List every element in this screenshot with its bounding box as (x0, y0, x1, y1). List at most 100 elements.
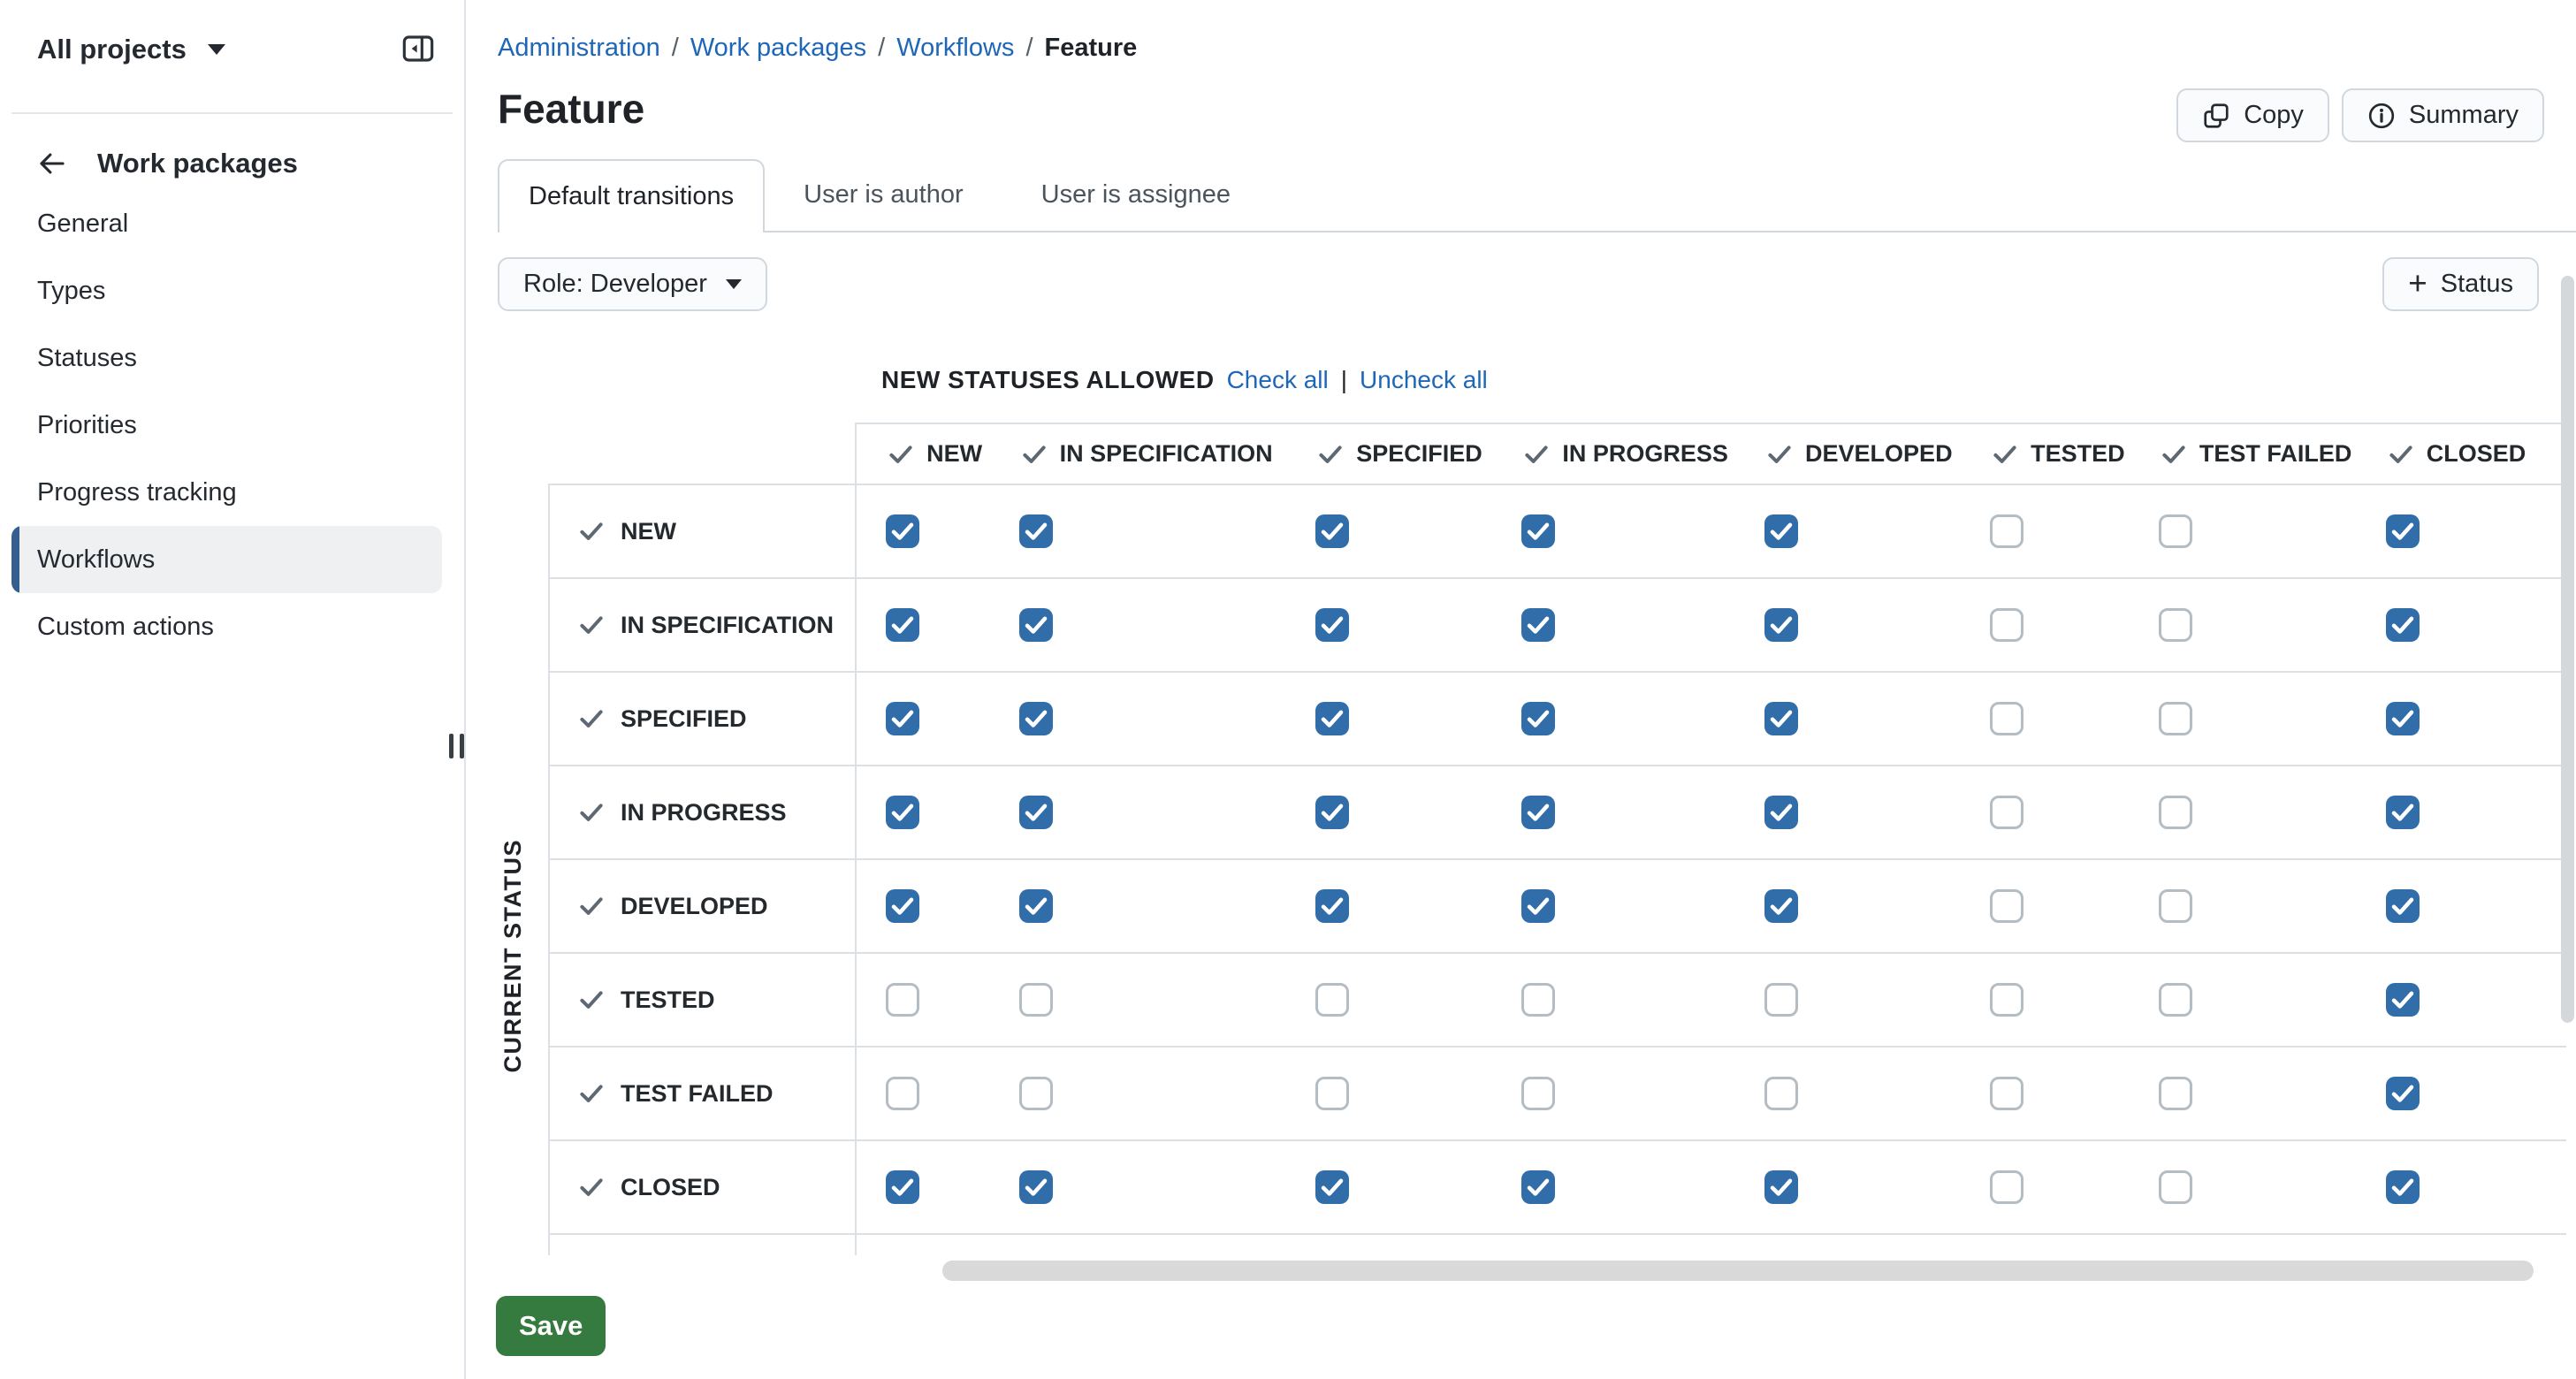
transition-checkbox-specified-to-in-progress[interactable] (1521, 702, 1555, 735)
tab-default-transitions[interactable]: Default transitions (498, 159, 765, 232)
copy-button[interactable]: Copy (2176, 88, 2329, 142)
transition-checkbox-in-progress-to-closed[interactable] (2386, 796, 2420, 829)
transition-checkbox-test-failed-to-tested[interactable] (1990, 1077, 2023, 1110)
transition-checkbox-specified-to-test-failed[interactable] (2159, 702, 2192, 735)
sidebar-item-types[interactable]: Types (11, 257, 442, 324)
sidebar-item-custom-actions[interactable]: Custom actions (11, 593, 442, 660)
sidebar-item-statuses[interactable]: Statuses (11, 324, 442, 392)
transition-checkbox-new-to-tested[interactable] (1990, 514, 2023, 548)
summary-button[interactable]: Summary (2342, 88, 2544, 142)
transition-checkbox-in-specification-to-in-specification[interactable] (1019, 608, 1053, 642)
transition-checkbox-new-to-closed[interactable] (2386, 514, 2420, 548)
transition-checkbox-in-progress-to-in-specification[interactable] (1019, 796, 1053, 829)
breadcrumb-separator: / (672, 34, 679, 63)
transition-checkbox-in-progress-to-new[interactable] (886, 796, 919, 829)
role-filter-button[interactable]: Role: Developer (498, 257, 767, 311)
transition-checkbox-closed-to-new[interactable] (886, 1170, 919, 1204)
transition-checkbox-in-specification-to-in-progress[interactable] (1521, 608, 1555, 642)
transition-checkbox-test-failed-to-test-failed[interactable] (2159, 1077, 2192, 1110)
breadcrumb-link-workflows[interactable]: Workflows (896, 34, 1014, 63)
matrix-corner-cell (549, 423, 856, 484)
check-icon (2159, 439, 2189, 469)
tab-user-is-author[interactable]: User is author (765, 159, 1002, 231)
back-arrow-icon[interactable] (37, 149, 67, 179)
transition-checkbox-developed-to-developed[interactable] (1764, 889, 1798, 923)
project-selector[interactable]: All projects (37, 32, 225, 67)
transition-checkbox-developed-to-in-progress[interactable] (1521, 889, 1555, 923)
breadcrumb-link-administration[interactable]: Administration (498, 34, 660, 63)
sidebar-item-workflows[interactable]: Workflows (11, 526, 442, 593)
transition-checkbox-tested-to-in-progress[interactable] (1521, 983, 1555, 1017)
row-header-in-specification: IN SPECIFICATION (549, 578, 856, 672)
transition-checkbox-closed-to-specified[interactable] (1315, 1170, 1349, 1204)
matrix-cell (2357, 766, 2566, 859)
breadcrumb-link-work-packages[interactable]: Work packages (690, 34, 866, 63)
transition-checkbox-test-failed-to-closed[interactable] (2386, 1077, 2420, 1110)
transition-checkbox-specified-to-developed[interactable] (1764, 702, 1798, 735)
vertical-scrollbar-thumb[interactable] (2561, 276, 2574, 1023)
transition-checkbox-developed-to-test-failed[interactable] (2159, 889, 2192, 923)
transition-checkbox-new-to-specified[interactable] (1315, 514, 1349, 548)
transition-checkbox-in-progress-to-specified[interactable] (1315, 796, 1349, 829)
transition-checkbox-specified-to-specified[interactable] (1315, 702, 1349, 735)
transition-checkbox-new-to-new[interactable] (886, 514, 919, 548)
transition-checkbox-closed-to-in-specification[interactable] (1019, 1170, 1053, 1204)
transition-checkbox-tested-to-new[interactable] (886, 983, 919, 1017)
transition-checkbox-new-to-in-specification[interactable] (1019, 514, 1053, 548)
horizontal-scrollbar-thumb[interactable] (942, 1261, 2534, 1281)
check-all-link[interactable]: Check all (1227, 366, 1329, 394)
transition-checkbox-specified-to-tested[interactable] (1990, 702, 2023, 735)
uncheck-all-link[interactable]: Uncheck all (1360, 366, 1488, 394)
sidebar-item-general[interactable]: General (11, 190, 442, 257)
transition-checkbox-in-progress-to-tested[interactable] (1990, 796, 2023, 829)
transition-checkbox-in-specification-to-test-failed[interactable] (2159, 608, 2192, 642)
transition-checkbox-closed-to-in-progress[interactable] (1521, 1170, 1555, 1204)
transition-checkbox-in-specification-to-new[interactable] (886, 608, 919, 642)
transition-checkbox-test-failed-to-specified[interactable] (1315, 1077, 1349, 1110)
transition-checkbox-in-progress-to-developed[interactable] (1764, 796, 1798, 829)
tab-user-is-assignee[interactable]: User is assignee (1002, 159, 1269, 231)
transition-checkbox-in-specification-to-tested[interactable] (1990, 608, 2023, 642)
table-row-test-failed: TEST FAILED (549, 1047, 2566, 1140)
transition-checkbox-specified-to-new[interactable] (886, 702, 919, 735)
sidebar-item-priorities[interactable]: Priorities (11, 392, 442, 459)
transition-checkbox-tested-to-closed[interactable] (2386, 983, 2420, 1017)
sidebar-item-progress-tracking[interactable]: Progress tracking (11, 459, 442, 526)
transition-checkbox-test-failed-to-developed[interactable] (1764, 1077, 1798, 1110)
transition-checkbox-in-specification-to-developed[interactable] (1764, 608, 1798, 642)
matrix-cell (856, 672, 990, 766)
transition-checkbox-in-progress-to-test-failed[interactable] (2159, 796, 2192, 829)
save-button[interactable]: Save (496, 1296, 606, 1356)
transition-checkbox-tested-to-developed[interactable] (1764, 983, 1798, 1017)
transition-checkbox-developed-to-in-specification[interactable] (1019, 889, 1053, 923)
transition-checkbox-specified-to-in-specification[interactable] (1019, 702, 1053, 735)
transition-checkbox-test-failed-to-in-progress[interactable] (1521, 1077, 1555, 1110)
transition-checkbox-in-specification-to-specified[interactable] (1315, 608, 1349, 642)
transition-checkbox-new-to-test-failed[interactable] (2159, 514, 2192, 548)
transition-checkbox-tested-to-tested[interactable] (1990, 983, 2023, 1017)
transition-checkbox-closed-to-tested[interactable] (1990, 1170, 2023, 1204)
transition-checkbox-tested-to-specified[interactable] (1315, 983, 1349, 1017)
transition-checkbox-closed-to-test-failed[interactable] (2159, 1170, 2192, 1204)
transition-checkbox-tested-to-test-failed[interactable] (2159, 983, 2192, 1017)
collapse-sidebar-button[interactable] (400, 30, 437, 67)
matrix-cell (1961, 1140, 2130, 1234)
transition-checkbox-test-failed-to-new[interactable] (886, 1077, 919, 1110)
transition-checkbox-closed-to-developed[interactable] (1764, 1170, 1798, 1204)
transition-checkbox-developed-to-new[interactable] (886, 889, 919, 923)
transition-checkbox-developed-to-specified[interactable] (1315, 889, 1349, 923)
matrix-cell (1735, 578, 1961, 672)
transition-checkbox-new-to-developed[interactable] (1764, 514, 1798, 548)
transition-checkbox-closed-to-closed[interactable] (2386, 1170, 2420, 1204)
sidebar-resize-handle[interactable] (445, 734, 468, 760)
transition-checkbox-developed-to-tested[interactable] (1990, 889, 2023, 923)
transition-checkbox-test-failed-to-in-specification[interactable] (1019, 1077, 1053, 1110)
add-status-button[interactable]: + Status (2382, 257, 2539, 311)
transition-checkbox-developed-to-closed[interactable] (2386, 889, 2420, 923)
matrix-cell (990, 859, 1287, 953)
transition-checkbox-new-to-in-progress[interactable] (1521, 514, 1555, 548)
transition-checkbox-in-progress-to-in-progress[interactable] (1521, 796, 1555, 829)
transition-checkbox-specified-to-closed[interactable] (2386, 702, 2420, 735)
transition-checkbox-in-specification-to-closed[interactable] (2386, 608, 2420, 642)
transition-checkbox-tested-to-in-specification[interactable] (1019, 983, 1053, 1017)
